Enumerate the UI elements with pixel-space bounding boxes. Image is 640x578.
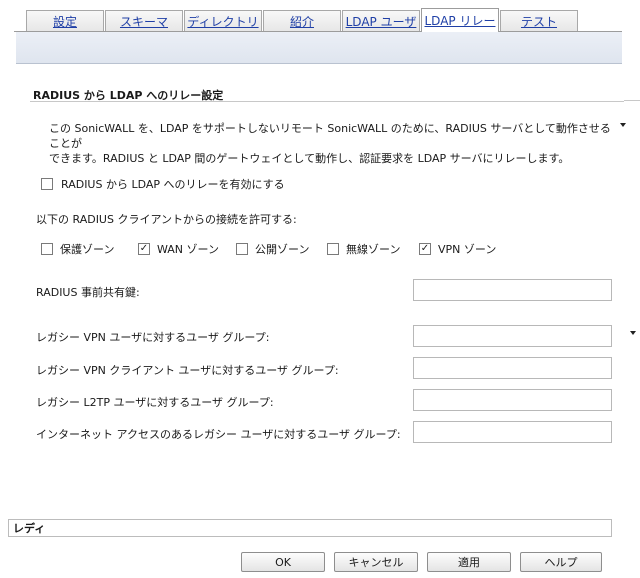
tab-referrals[interactable]: 紹介 bbox=[263, 10, 341, 32]
zone-vpn: ✓ VPN ゾーン bbox=[419, 241, 509, 257]
zone-lan-label: 保護ゾーン bbox=[60, 243, 115, 256]
allowed-clients-label: 以下の RADIUS クライアントからの接続を許可する: bbox=[36, 213, 297, 226]
zone-vpn-checkbox[interactable]: ✓ bbox=[419, 243, 431, 255]
zone-wlan: 無線ゾーン bbox=[327, 241, 419, 257]
zone-wlan-checkbox[interactable] bbox=[327, 243, 339, 255]
apply-button[interactable]: 適用 bbox=[427, 552, 511, 572]
status-text: レディ bbox=[13, 522, 46, 535]
tab-schema[interactable]: スキーマ bbox=[105, 10, 183, 32]
triangle-down-icon bbox=[620, 123, 626, 127]
zone-wan: ✓ WAN ゾーン bbox=[138, 241, 236, 257]
divider-line bbox=[624, 100, 640, 101]
description-line-1: この SonicWALL を、LDAP をサポートしないリモート SonicWA… bbox=[49, 122, 611, 150]
tab-test[interactable]: テスト bbox=[500, 10, 578, 32]
help-button[interactable]: ヘルプ bbox=[520, 552, 602, 572]
tab-strip: 設定 スキーマ ディレクトリ 紹介 LDAP ユーザ LDAP リレー テスト bbox=[26, 8, 579, 32]
checkmark-icon: ✓ bbox=[139, 243, 149, 254]
zone-dmz-checkbox[interactable] bbox=[236, 243, 248, 255]
description-line-2: できます。RADIUS と LDAP 間のゲートウェイとして動作し、認証要求を … bbox=[49, 152, 570, 165]
checkmark-icon: ✓ bbox=[420, 243, 430, 254]
tab-ldap-users[interactable]: LDAP ユーザ bbox=[342, 10, 420, 32]
tab-content-header bbox=[16, 32, 622, 64]
tab-directory[interactable]: ディレクトリ bbox=[184, 10, 262, 32]
zone-dmz: 公開ゾーン bbox=[236, 241, 327, 257]
zone-dmz-label: 公開ゾーン bbox=[255, 243, 310, 256]
zone-checkbox-group: 保護ゾーン ✓ WAN ゾーン 公開ゾーン 無線ゾーン ✓ VPN ゾーン bbox=[41, 241, 509, 257]
tab-ldap-relay[interactable]: LDAP リレー bbox=[421, 8, 499, 32]
legacy-vpn-clients-input[interactable] bbox=[413, 357, 612, 379]
zone-lan: 保護ゾーン bbox=[41, 241, 138, 257]
legacy-vpn-users-input[interactable] bbox=[413, 325, 612, 347]
button-row: OK キャンセル 適用 ヘルプ bbox=[241, 552, 602, 572]
section-description: この SonicWALL を、LDAP をサポートしないリモート SonicWA… bbox=[49, 121, 619, 166]
shared-secret-input[interactable] bbox=[413, 279, 612, 301]
cancel-button[interactable]: キャンセル bbox=[334, 552, 418, 572]
zone-lan-checkbox[interactable] bbox=[41, 243, 53, 255]
legacy-vpn-clients-label: レガシー VPN クライアント ユーザに対するユーザ グループ: bbox=[36, 364, 339, 377]
shared-secret-label: RADIUS 事前共有鍵: bbox=[36, 286, 140, 299]
enable-relay-checkbox[interactable] bbox=[41, 178, 53, 190]
ok-button[interactable]: OK bbox=[241, 552, 325, 572]
triangle-down-icon bbox=[630, 331, 636, 335]
zone-wan-checkbox[interactable]: ✓ bbox=[138, 243, 150, 255]
enable-relay-label: RADIUS から LDAP へのリレーを有効にする bbox=[61, 178, 285, 191]
section-divider bbox=[30, 101, 624, 102]
legacy-internet-users-input[interactable] bbox=[413, 421, 612, 443]
zone-wan-label: WAN ゾーン bbox=[157, 243, 219, 256]
legacy-l2tp-users-label: レガシー L2TP ユーザに対するユーザ グループ: bbox=[36, 396, 274, 409]
tab-settings[interactable]: 設定 bbox=[26, 10, 104, 32]
legacy-internet-users-label: インターネット アクセスのあるレガシー ユーザに対するユーザ グループ: bbox=[36, 428, 401, 441]
legacy-vpn-users-label: レガシー VPN ユーザに対するユーザ グループ: bbox=[36, 331, 270, 344]
zone-vpn-label: VPN ゾーン bbox=[438, 243, 497, 256]
status-bar: レディ bbox=[8, 519, 612, 537]
legacy-l2tp-users-input[interactable] bbox=[413, 389, 612, 411]
enable-relay-row: RADIUS から LDAP へのリレーを有効にする bbox=[41, 176, 285, 192]
zone-wlan-label: 無線ゾーン bbox=[346, 243, 401, 256]
